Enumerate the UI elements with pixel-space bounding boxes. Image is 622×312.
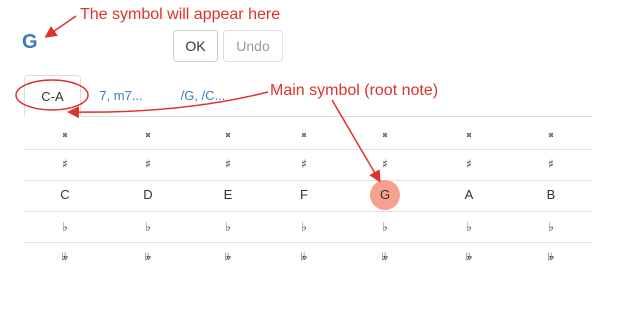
annotation-ellipse-tab (15, 79, 89, 111)
annotation-arrow-tab (67, 91, 269, 119)
annotation-overlay (15, 15, 381, 183)
annotation-arrow-g (331, 99, 381, 183)
annotation-arrow-symbol (44, 15, 77, 38)
